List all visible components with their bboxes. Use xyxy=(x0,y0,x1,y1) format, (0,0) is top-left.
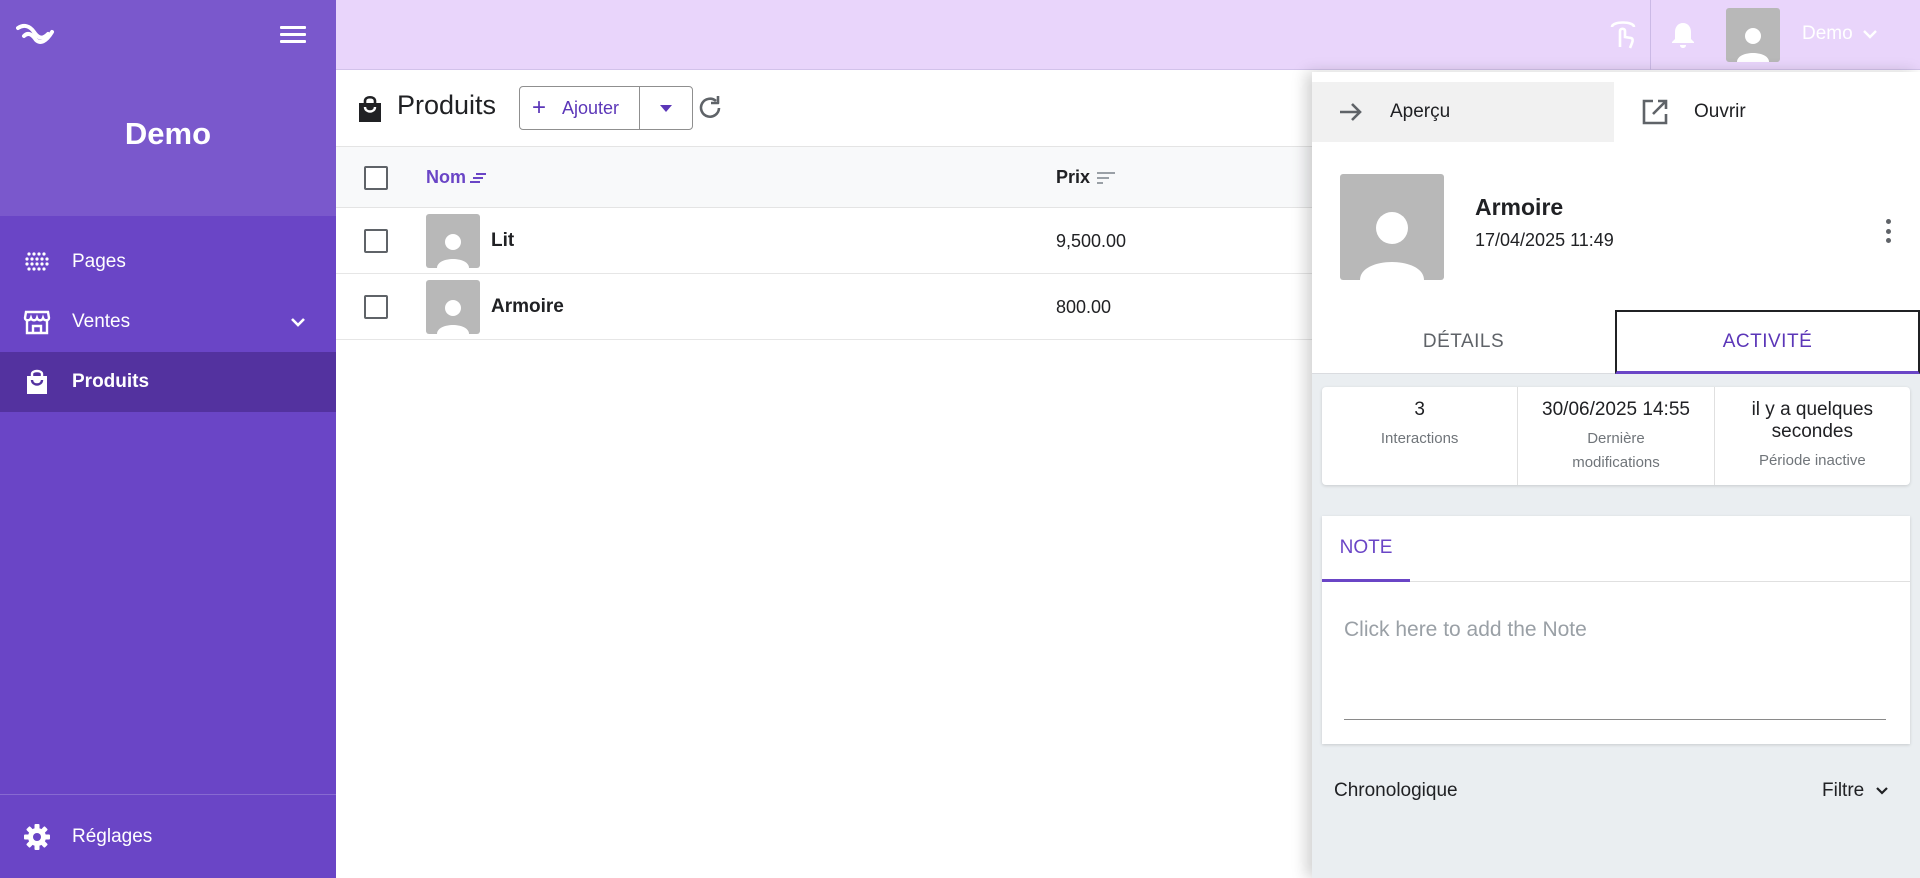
timeline-label: Chronologique xyxy=(1334,780,1458,801)
stat-label: Dernière modifications xyxy=(1572,430,1660,471)
user-menu[interactable]: Demo xyxy=(1802,23,1879,45)
preview-label: Aperçu xyxy=(1390,101,1451,122)
store-icon xyxy=(22,307,52,337)
stat-value: 3 xyxy=(1414,399,1425,420)
topbar-divider xyxy=(1650,0,1651,70)
sidebar-nav: Pages Ventes Produits xyxy=(0,232,336,412)
tab-note[interactable]: NOTE xyxy=(1322,516,1410,582)
note-card: NOTE xyxy=(1322,516,1910,744)
table-header: Nom Prix xyxy=(336,146,1316,208)
panel-actions: Aperçu Ouvrir xyxy=(1312,72,1920,152)
column-price-label: Prix xyxy=(1056,167,1091,187)
product-name[interactable]: Lit xyxy=(491,230,514,252)
sidebar: Demo Pages Ventes Produits Réglages xyxy=(0,0,336,878)
top-bar: Demo xyxy=(336,0,1920,70)
products-table: Nom Prix Lit 9,500.00 Armoire 800.00 xyxy=(336,146,1316,340)
column-name-label: Nom xyxy=(426,167,466,187)
chevron-down-icon xyxy=(1862,30,1877,39)
sidebar-item-label: Pages xyxy=(72,251,126,272)
add-button-group: + Ajouter xyxy=(519,86,694,130)
note-tabbar: NOTE xyxy=(1322,516,1910,582)
stat-label: Période inactive xyxy=(1758,452,1866,469)
note-input[interactable] xyxy=(1344,608,1886,720)
column-header-price[interactable]: Prix xyxy=(1056,167,1116,188)
preview-button[interactable]: Aperçu xyxy=(1312,82,1614,142)
sidebar-item-produits[interactable]: Produits xyxy=(0,352,336,412)
chevron-down-icon xyxy=(1876,787,1889,795)
app-logo-icon[interactable] xyxy=(16,18,56,50)
filter-dropdown[interactable]: Filtre xyxy=(1822,780,1890,802)
add-dropdown-button[interactable] xyxy=(640,87,692,129)
sidebar-item-label: Ventes xyxy=(72,311,131,332)
column-header-name[interactable]: Nom xyxy=(426,167,488,188)
touch-icon[interactable] xyxy=(1606,18,1640,52)
dots-grid-icon xyxy=(22,247,52,277)
stat-value: 30/06/2025 14:55 xyxy=(1542,399,1690,420)
stat-inactive-period: il y a quelques secondes Période inactiv… xyxy=(1715,387,1910,485)
add-label: Ajouter xyxy=(562,97,620,118)
menu-toggle-icon[interactable] xyxy=(278,22,308,48)
table-row[interactable]: Armoire 800.00 xyxy=(336,274,1316,340)
product-price: 9,500.00 xyxy=(1056,231,1127,251)
open-label: Ouvrir xyxy=(1694,101,1746,122)
stat-interactions: 3 Interactions xyxy=(1322,387,1519,485)
record-header: Armoire 17/04/2025 11:49 xyxy=(1312,152,1920,310)
record-name: Armoire xyxy=(1475,194,1564,220)
open-external-icon xyxy=(1640,97,1670,127)
stat-last-modified: 30/06/2025 14:55 Dernière modifications xyxy=(1518,387,1715,485)
select-all-checkbox[interactable] xyxy=(364,166,388,190)
product-thumbnail xyxy=(426,214,480,268)
product-name[interactable]: Armoire xyxy=(491,296,564,318)
page-title: Produits xyxy=(397,90,497,120)
table-row[interactable]: Lit 9,500.00 xyxy=(336,208,1316,274)
plus-icon: + xyxy=(532,94,547,121)
sidebar-header: Demo xyxy=(0,0,336,216)
record-side-panel: Aperçu Ouvrir Armoire 17/04/2025 11:49 D… xyxy=(1312,72,1920,878)
sort-icon xyxy=(1097,171,1116,184)
record-date: 17/04/2025 11:49 xyxy=(1475,230,1614,250)
stat-value: il y a quelques secondes xyxy=(1751,399,1874,442)
caret-down-icon xyxy=(660,105,673,112)
tab-details[interactable]: DÉTAILS xyxy=(1312,310,1615,374)
gear-icon xyxy=(22,822,52,852)
tab-activity[interactable]: ACTIVITÉ xyxy=(1615,310,1920,374)
stat-label: Interactions xyxy=(1380,430,1459,447)
arrow-right-icon xyxy=(1336,97,1366,127)
avatar[interactable] xyxy=(1726,8,1780,62)
row-checkbox[interactable] xyxy=(364,229,388,253)
record-thumbnail xyxy=(1340,174,1444,280)
product-thumbnail xyxy=(426,280,480,334)
user-name: Demo xyxy=(1802,23,1853,44)
content-header: Produits + Ajouter xyxy=(336,72,1316,146)
sidebar-item-pages[interactable]: Pages xyxy=(0,232,336,292)
sidebar-item-ventes[interactable]: Ventes xyxy=(0,292,336,352)
add-button[interactable]: + Ajouter xyxy=(520,87,641,129)
brand-name: Demo xyxy=(124,116,212,151)
record-tabs: DÉTAILS ACTIVITÉ xyxy=(1312,310,1920,374)
chevron-down-icon[interactable] xyxy=(288,312,308,332)
settings-label: Réglages xyxy=(72,825,153,847)
shopping-bag-icon xyxy=(359,95,381,122)
activity-stats: 3 Interactions 30/06/2025 14:55 Dernière… xyxy=(1322,387,1910,485)
refresh-icon[interactable] xyxy=(696,94,724,122)
open-button[interactable]: Ouvrir xyxy=(1616,82,1916,142)
bell-icon[interactable] xyxy=(1666,18,1700,52)
shopping-bag-icon xyxy=(22,367,52,397)
product-price: 800.00 xyxy=(1056,297,1112,317)
row-checkbox[interactable] xyxy=(364,295,388,319)
more-vert-icon[interactable] xyxy=(1878,216,1898,246)
filter-label: Filtre xyxy=(1822,780,1865,801)
sort-icon xyxy=(470,172,486,183)
sidebar-item-settings[interactable]: Réglages xyxy=(0,794,336,878)
sidebar-item-label: Produits xyxy=(72,371,150,392)
